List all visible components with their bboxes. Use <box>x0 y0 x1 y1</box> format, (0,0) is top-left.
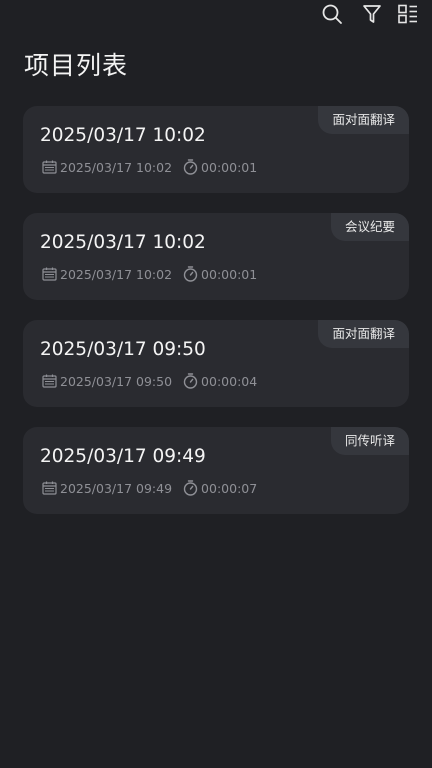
project-date: 2025/03/17 09:50 <box>60 373 173 389</box>
project-meta: 2025/03/17 10:02 00:00:01 <box>41 266 257 282</box>
project-type-tag: 同传听译 <box>330 427 409 455</box>
search-icon[interactable] <box>320 2 344 26</box>
project-type-tag: 会议纪要 <box>330 213 409 241</box>
project-meta: 2025/03/17 10:02 00:00:01 <box>41 159 257 175</box>
project-card[interactable]: 会议纪要 2025/03/17 10:02 2025/03/17 10:02 0… <box>23 213 409 300</box>
project-date: 2025/03/17 10:02 <box>60 266 173 282</box>
project-duration: 00:00:07 <box>201 480 258 496</box>
project-card[interactable]: 同传听译 2025/03/17 09:49 2025/03/17 09:49 0… <box>23 427 409 514</box>
calendar-icon <box>41 373 57 389</box>
project-duration: 00:00:01 <box>201 266 258 282</box>
project-list: 面对面翻译 2025/03/17 10:02 2025/03/17 10:02 <box>23 106 409 534</box>
calendar-icon <box>41 480 57 496</box>
project-title: 2025/03/17 10:02 <box>40 232 206 253</box>
project-duration: 00:00:01 <box>201 159 258 175</box>
timer-icon <box>182 159 198 175</box>
page-title: 项目列表 <box>24 51 129 80</box>
calendar-icon <box>41 266 57 282</box>
project-title: 2025/03/17 09:50 <box>40 339 206 360</box>
project-title: 2025/03/17 10:02 <box>40 125 206 146</box>
project-meta: 2025/03/17 09:49 00:00:07 <box>41 480 257 496</box>
project-duration: 00:00:04 <box>201 373 258 389</box>
top-toolbar <box>312 0 432 30</box>
timer-icon <box>182 373 198 389</box>
grid-list-icon[interactable] <box>396 2 420 26</box>
project-date: 2025/03/17 10:02 <box>60 159 173 175</box>
project-meta: 2025/03/17 09:50 00:00:04 <box>41 373 257 389</box>
project-type-tag: 面对面翻译 <box>318 320 409 348</box>
project-date: 2025/03/17 09:49 <box>60 480 173 496</box>
project-card[interactable]: 面对面翻译 2025/03/17 10:02 2025/03/17 10:02 <box>23 106 409 193</box>
project-card[interactable]: 面对面翻译 2025/03/17 09:50 2025/03/17 09:50 <box>23 320 409 407</box>
project-title: 2025/03/17 09:49 <box>40 446 206 467</box>
timer-icon <box>182 480 198 496</box>
project-type-tag: 面对面翻译 <box>318 106 409 134</box>
filter-icon[interactable] <box>360 2 384 26</box>
calendar-icon <box>41 159 57 175</box>
timer-icon <box>182 266 198 282</box>
